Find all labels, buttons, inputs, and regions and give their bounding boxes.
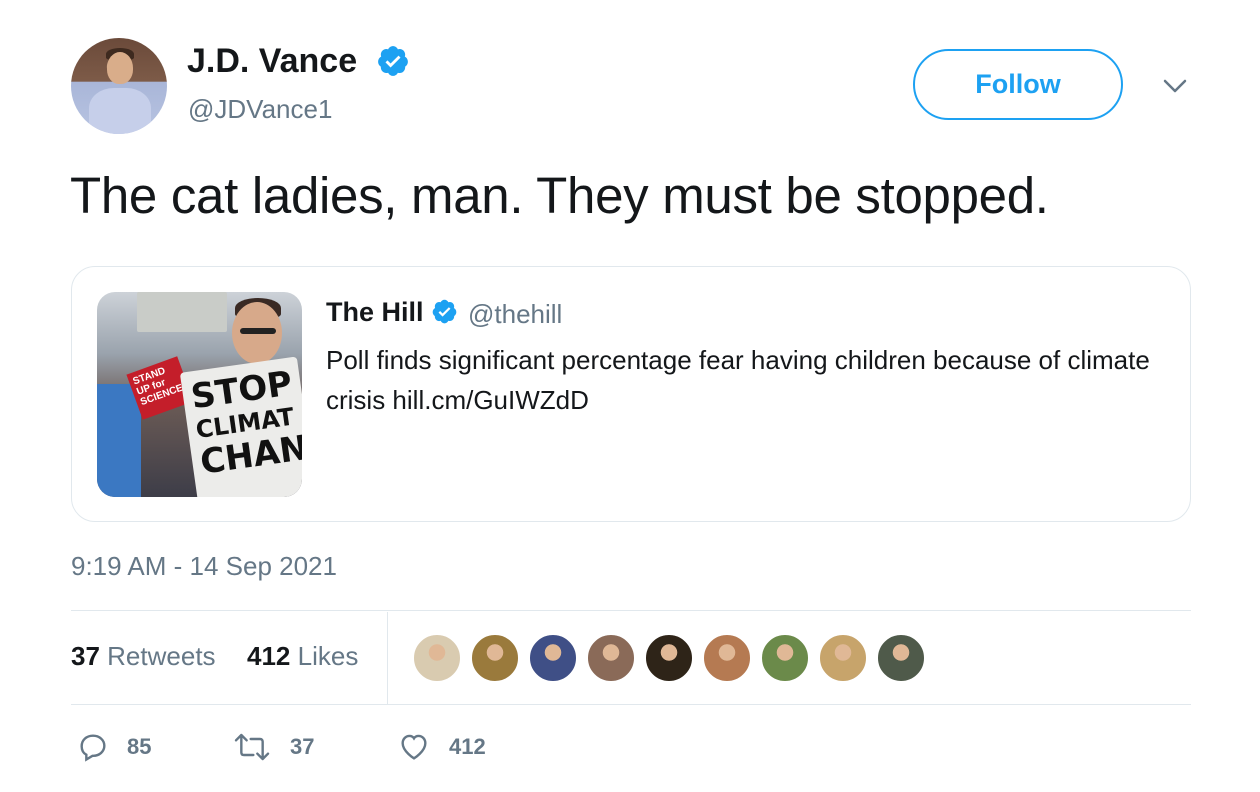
stats-top-divider [71, 610, 1191, 611]
reply-action[interactable]: 85 [77, 731, 151, 763]
retweets-stat[interactable]: 37 Retweets [71, 641, 216, 672]
likes-stat[interactable]: 412 Likes [247, 641, 358, 672]
author-name[interactable]: J.D. Vance [187, 42, 357, 81]
quoted-tweet-text: Poll finds significant percentage fear h… [326, 345, 1150, 415]
liker-avatar[interactable] [528, 633, 578, 683]
quoted-tweet-image[interactable]: STAND UP for SCIENCE STOP CLIMAT CHAN [97, 292, 302, 497]
liker-avatar[interactable] [470, 633, 520, 683]
verified-badge-icon [432, 299, 457, 324]
tweet-text: The cat ladies, man. They must be stoppe… [70, 167, 1049, 224]
quoted-author-handle[interactable]: @thehill [468, 299, 562, 330]
likers-avatars [412, 633, 934, 683]
reply-icon [80, 734, 106, 762]
liker-avatar[interactable] [818, 633, 868, 683]
verified-badge-icon [378, 46, 408, 76]
liker-avatar[interactable] [586, 633, 636, 683]
retweets-label: Retweets [107, 641, 216, 671]
liker-avatar[interactable] [412, 633, 462, 683]
liker-avatar[interactable] [760, 633, 810, 683]
follow-button[interactable]: Follow [913, 49, 1123, 120]
retweet-count: 37 [290, 734, 315, 759]
tweet-timestamp[interactable]: 9:19 AM - 14 Sep 2021 [71, 551, 337, 582]
liker-avatar[interactable] [644, 633, 694, 683]
author-avatar[interactable] [71, 38, 167, 134]
author-handle[interactable]: @JDVance1 [188, 94, 332, 125]
retweet-icon [234, 733, 270, 761]
retweet-action[interactable]: 37 [232, 731, 314, 763]
liker-avatar[interactable] [876, 633, 926, 683]
reply-count: 85 [127, 734, 152, 759]
stats-bottom-divider [71, 704, 1191, 705]
heart-icon [401, 734, 427, 760]
likes-count: 412 [247, 641, 291, 671]
quoted-author-name[interactable]: The Hill [326, 297, 424, 328]
chevron-down-icon[interactable] [1160, 74, 1190, 98]
protest-sign: STOP CLIMAT CHAN [179, 356, 302, 497]
retweets-count: 37 [71, 641, 100, 671]
liker-avatar[interactable] [702, 633, 752, 683]
quoted-tweet-card[interactable]: STAND UP for SCIENCE STOP CLIMAT CHAN Th… [71, 266, 1191, 522]
stats-vertical-divider [387, 612, 388, 704]
like-count: 412 [449, 734, 486, 759]
like-action[interactable]: 412 [397, 731, 486, 763]
likes-label: Likes [297, 641, 359, 671]
